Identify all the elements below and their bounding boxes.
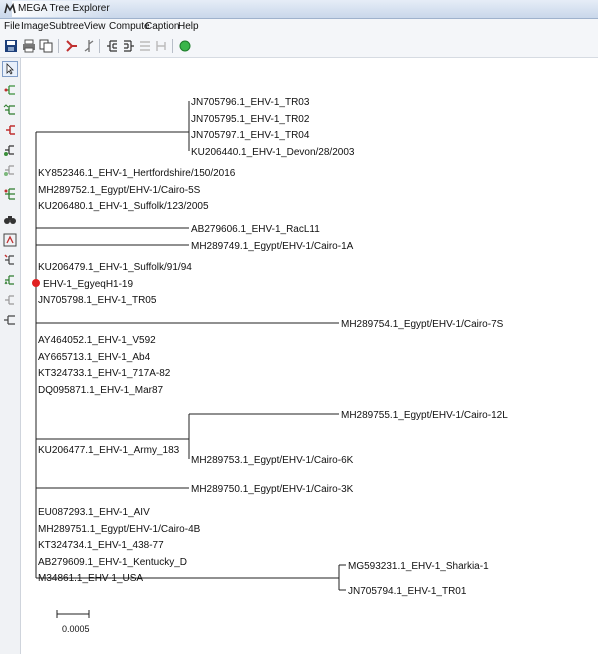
flip-subtree-icon[interactable] [2, 102, 18, 118]
taxon-label[interactable]: MH289753.1_Egypt/EHV-1/Cairo-6K [191, 455, 354, 466]
topology-icon[interactable] [2, 292, 18, 308]
menu-help[interactable]: Help [178, 21, 199, 32]
taxon-label[interactable]: MH289749.1_Egypt/EHV-1/Cairo-1A [191, 241, 354, 252]
scale-bar [56, 610, 90, 618]
subtree-style-icon[interactable] [2, 162, 18, 178]
compress-icon[interactable] [137, 38, 153, 54]
branch-icon[interactable] [81, 38, 97, 54]
toolbar-separator [172, 39, 173, 53]
taxon-label[interactable]: MH289755.1_Egypt/EHV-1/Cairo-12L [341, 410, 508, 421]
taxon-label[interactable]: AY464052.1_EHV-1_V592 [38, 335, 156, 346]
flip-icon[interactable] [121, 38, 137, 54]
info-icon[interactable] [2, 232, 18, 248]
taxon-label[interactable]: DQ095871.1_EHV-1_Mar87 [38, 385, 164, 396]
menu-compute[interactable]: Compute [109, 21, 150, 32]
print-icon[interactable] [21, 38, 37, 54]
highlight-marker [32, 279, 40, 287]
taxon-label[interactable]: JN705798.1_EHV-1_TR05 [38, 295, 157, 306]
taxon-label-highlighted[interactable]: EHV-1_EgyeqH1-19 [43, 279, 133, 290]
green-status-icon[interactable] [177, 38, 193, 54]
menu-bar: File Image Subtree View Compute Caption … [0, 19, 598, 35]
scale-bar-label: 0.0005 [62, 624, 90, 634]
taxon-label[interactable]: KU206440.1_EHV-1_Devon/28/2003 [191, 147, 355, 158]
menu-image[interactable]: Image [21, 21, 49, 32]
mega-app-icon [4, 3, 16, 14]
taxon-label[interactable]: JN705796.1_EHV-1_TR03 [191, 97, 310, 108]
taxon-label[interactable]: KT324733.1_EHV-1_717A-82 [38, 368, 171, 379]
taxon-label[interactable]: MG593231.1_EHV-1_Sharkia-1 [348, 561, 489, 572]
menu-caption[interactable]: Caption [145, 21, 179, 32]
taxon-label[interactable]: AY665713.1_EHV-1_Ab4 [38, 352, 151, 363]
taxon-label[interactable]: JN705794.1_EHV-1_TR01 [348, 586, 467, 597]
toolbar-separator [99, 39, 100, 53]
tree-icon[interactable] [2, 312, 18, 328]
marker-icon[interactable] [2, 272, 18, 288]
taxon-label[interactable]: KY852346.1_EHV-1_Hertfordshire/150/2016 [38, 168, 236, 179]
toolbar [0, 35, 598, 58]
menu-file[interactable]: File [4, 21, 20, 32]
toolbar-separator [58, 39, 59, 53]
root-icon[interactable] [104, 38, 120, 54]
taxon-label[interactable]: MH289754.1_Egypt/EHV-1/Cairo-7S [341, 319, 504, 330]
taxon-label[interactable]: JN705795.1_EHV-1_TR02 [191, 114, 310, 125]
root-on-branch-icon[interactable] [2, 82, 18, 98]
tool-sidebar [0, 58, 21, 654]
taxon-label[interactable]: JN705797.1_EHV-1_TR04 [191, 130, 310, 141]
save-icon[interactable] [3, 38, 19, 54]
taxon-label[interactable]: AB279606.1_EHV-1_RacL11 [191, 224, 320, 235]
taxon-label[interactable]: KT324734.1_EHV-1_438-77 [38, 540, 164, 551]
menu-subtree[interactable]: Subtree [49, 21, 84, 32]
taxon-label[interactable]: KU206480.1_EHV-1_Suffolk/123/2005 [38, 201, 209, 212]
caption-icon[interactable] [2, 252, 18, 268]
phylogenetic-tree: 0.0005 JN705796.1_EHV-1_TR03 JN705795.1_… [32, 97, 508, 634]
taxon-label[interactable]: KU206477.1_EHV-1_Army_183 [38, 445, 180, 456]
taxon-label[interactable]: MH289751.1_Egypt/EHV-1/Cairo-4B [38, 524, 201, 535]
toggle-icon[interactable] [153, 38, 169, 54]
copy-icon[interactable] [38, 38, 54, 54]
window-title: MEGA Tree Explorer [18, 3, 110, 14]
search-icon[interactable] [2, 212, 18, 228]
expand-icon[interactable] [2, 186, 18, 202]
taxon-label[interactable]: MH289752.1_Egypt/EHV-1/Cairo-5S [38, 185, 201, 196]
taxon-label[interactable]: KU206479.1_EHV-1_Suffolk/91/94 [38, 262, 192, 273]
swap-icon[interactable] [2, 142, 18, 158]
taxon-label[interactable]: MH289750.1_Egypt/EHV-1/Cairo-3K [191, 484, 354, 495]
title-bar: MEGA Tree Explorer [0, 0, 598, 19]
menu-view[interactable]: View [84, 21, 106, 32]
taxon-label[interactable]: M34861.1_EHV-1_USA [38, 573, 143, 584]
tree-style-icon[interactable] [64, 38, 80, 54]
taxon-label[interactable]: AB279609.1_EHV-1_Kentucky_D [38, 557, 187, 568]
compress-subtree-icon[interactable] [2, 122, 18, 138]
pointer-icon[interactable] [2, 61, 18, 77]
tree-canvas[interactable]: 0.0005 JN705796.1_EHV-1_TR03 JN705795.1_… [21, 58, 598, 654]
taxon-label[interactable]: EU087293.1_EHV-1_AIV [38, 507, 150, 518]
